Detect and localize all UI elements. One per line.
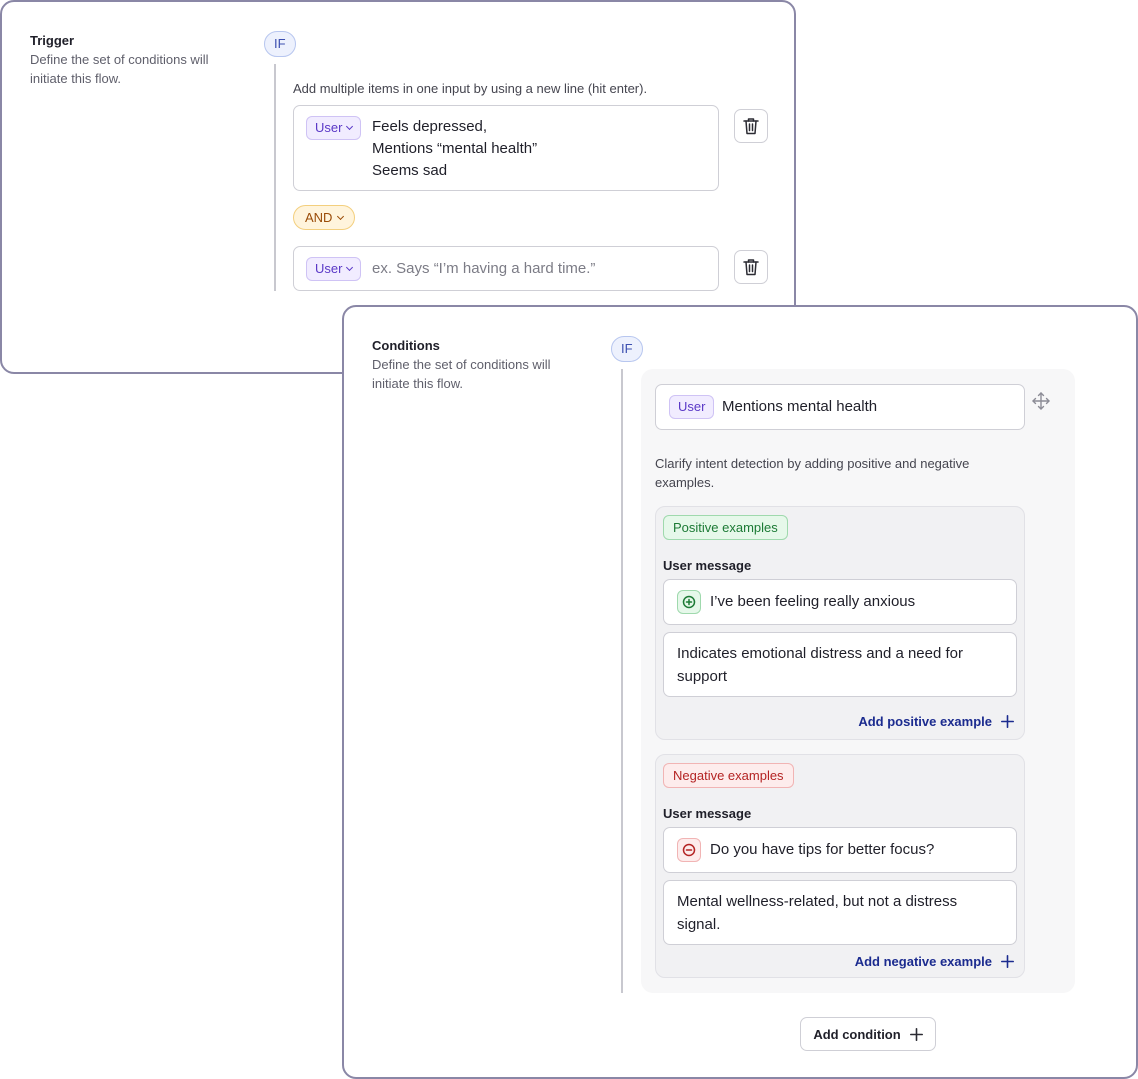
chevron-down-icon (346, 122, 354, 131)
negative-message-input[interactable]: Do you have tips for better focus? (663, 827, 1017, 873)
plus-circle-icon (677, 590, 701, 614)
add-condition-label: Add condition (813, 1026, 901, 1042)
negative-message-text: Do you have tips for better focus? (710, 841, 935, 858)
positive-user-message-label: User message (663, 558, 752, 573)
condition-panel: User Mentions mental health Clarify inte… (641, 369, 1075, 993)
negative-reason-input[interactable]: Mental wellness-related, but not a distr… (663, 880, 1017, 945)
positive-examples-group: Positive examples User message I’ve been… (655, 506, 1025, 740)
trigger-if-pill: IF (264, 31, 296, 57)
add-positive-example-label: Add positive example (858, 714, 992, 729)
minus-circle-icon (677, 838, 701, 862)
plus-icon (1001, 955, 1014, 968)
trigger-line: Seems sad (372, 162, 448, 179)
drag-handle[interactable] (1031, 391, 1051, 411)
trigger-title: Trigger (30, 33, 75, 48)
role-chip[interactable]: User (669, 395, 715, 419)
negative-examples-group: Negative examples User message Do you ha… (655, 754, 1025, 978)
conditions-title: Conditions (372, 338, 440, 353)
trash-icon (743, 259, 759, 276)
trash-icon (743, 118, 759, 135)
role-dropdown[interactable]: User (306, 257, 362, 281)
role-dropdown[interactable]: User (306, 116, 362, 140)
positive-message-input[interactable]: I’ve been feeling really anxious (663, 579, 1017, 625)
condition-text: Mentions mental health (722, 398, 878, 415)
conditions-connector-line (621, 369, 623, 993)
chevron-down-icon (337, 212, 345, 220)
negative-reason-text: Mental wellness-related, but not a distr… (677, 893, 958, 933)
add-negative-example-button[interactable]: Add negative example (855, 954, 1014, 969)
role-dropdown-label: User (315, 261, 343, 276)
and-operator-dropdown[interactable]: AND (293, 205, 356, 230)
delete-input-2-button[interactable] (734, 250, 768, 284)
positive-examples-tag: Positive examples (663, 515, 788, 540)
positive-message-text: I’ve been feeling really anxious (710, 593, 916, 610)
trigger-input-1-text: Feels depressed, Mentions “mental health… (372, 116, 537, 182)
trigger-input-1[interactable]: User Feels depressed, Mentions “mental h… (293, 105, 719, 191)
condition-input[interactable]: User Mentions mental health (655, 384, 1025, 430)
trigger-hint: Add multiple items in one input by using… (293, 81, 648, 96)
conditions-if-pill: IF (611, 336, 643, 362)
move-icon (1032, 392, 1050, 410)
positive-reason-input[interactable]: Indicates emotional distress and a need … (663, 632, 1017, 697)
negative-examples-tag: Negative examples (663, 763, 794, 788)
add-positive-example-button[interactable]: Add positive example (858, 714, 1014, 729)
clarify-hint: Clarify intent detection by adding posit… (655, 456, 970, 490)
positive-reason-text: Indicates emotional distress and a need … (677, 645, 964, 685)
chevron-down-icon (346, 263, 354, 272)
trigger-line: Feels depressed, (372, 118, 488, 135)
trigger-connector-line (274, 64, 276, 291)
role-dropdown-label: User (315, 120, 343, 135)
trigger-description: Define the set of conditions will initia… (30, 52, 209, 86)
delete-input-1-button[interactable] (734, 109, 768, 143)
trigger-input-2[interactable]: User ex. Says “I’m having a hard time.” (293, 246, 719, 291)
conditions-card: Conditions Define the set of conditions … (342, 305, 1138, 1079)
plus-icon (1001, 715, 1014, 728)
add-negative-example-label: Add negative example (854, 954, 992, 969)
trigger-input-2-placeholder: ex. Says “I’m having a hard time.” (372, 260, 596, 277)
negative-user-message-label: User message (663, 806, 752, 821)
role-chip-label: User (678, 399, 706, 414)
trigger-line: Mentions “mental health” (372, 140, 538, 157)
and-operator-label: AND (305, 210, 333, 225)
conditions-description: Define the set of conditions will initia… (372, 357, 551, 391)
add-condition-button[interactable]: Add condition (800, 1017, 936, 1051)
plus-icon (909, 1027, 923, 1041)
